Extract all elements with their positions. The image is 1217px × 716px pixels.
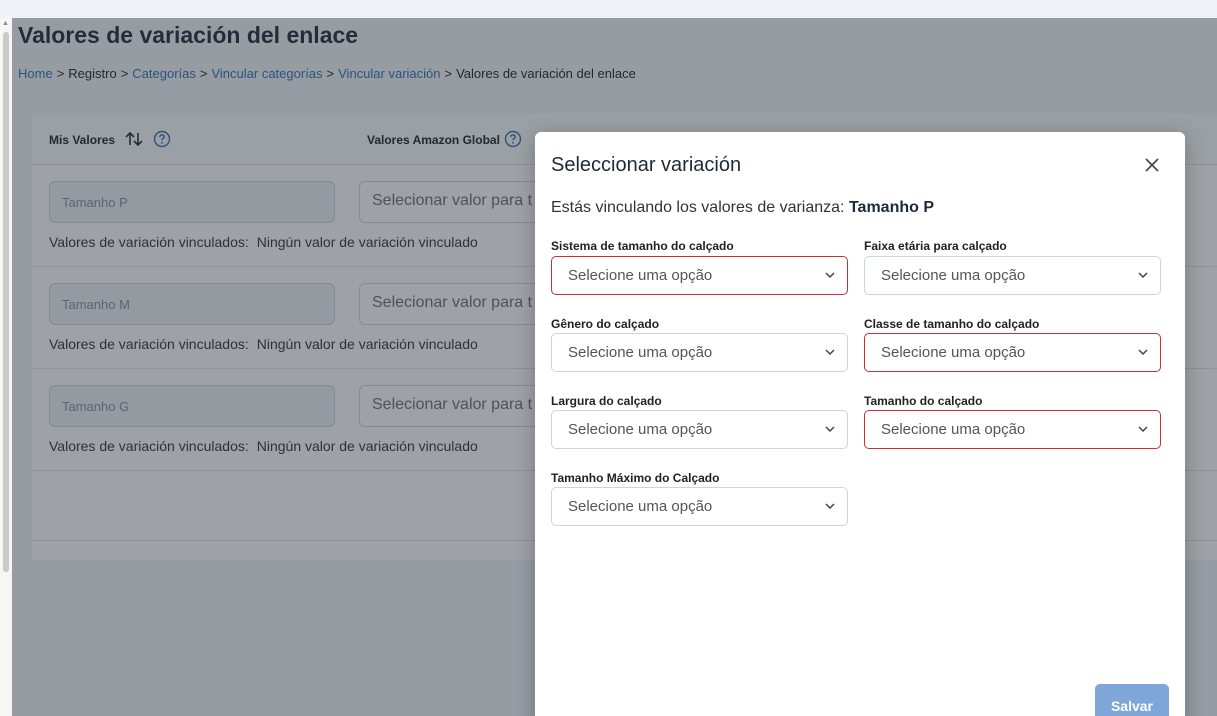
- modal-subtitle: Estás vinculando los valores de varianza…: [551, 199, 934, 217]
- field-label-size-system: Sistema de tamanho do calçado: [551, 239, 734, 253]
- modal-title: Seleccionar variación: [551, 154, 742, 176]
- scroll-up-arrow-icon[interactable]: ▲: [2, 20, 9, 27]
- age-range-select[interactable]: Selecione uma opção: [864, 256, 1161, 295]
- width-select[interactable]: Selecione uma opção: [551, 410, 848, 449]
- browser-top-strip: [0, 0, 1217, 18]
- select-value: Selecione uma opção: [568, 344, 713, 361]
- field-label-age-range: Faixa etária para calçado: [864, 239, 1007, 253]
- chevron-down-icon: [825, 426, 835, 433]
- select-value: Selecione uma opção: [568, 498, 713, 515]
- close-icon[interactable]: [1143, 156, 1161, 174]
- field-label-gender: Gênero do calçado: [551, 317, 660, 331]
- select-value: Selecione uma opção: [881, 421, 1026, 438]
- size-select[interactable]: Selecione uma opção: [864, 410, 1161, 449]
- max-size-select[interactable]: Selecione uma opção: [551, 487, 848, 526]
- save-button[interactable]: Salvar: [1095, 684, 1169, 716]
- field-label-size-class: Classe de tamanho do calçado: [864, 317, 1040, 331]
- chevron-down-icon: [825, 272, 835, 279]
- size-system-select[interactable]: Selecione uma opção: [551, 256, 848, 295]
- chevron-down-icon: [825, 349, 835, 356]
- chevron-down-icon: [825, 503, 835, 510]
- select-value: Selecione uma opção: [568, 267, 713, 284]
- scrollbar[interactable]: ▲: [0, 18, 12, 716]
- field-label-max-size: Tamanho Máximo do Calçado: [551, 471, 720, 485]
- chevron-down-icon: [1138, 426, 1148, 433]
- field-label-width: Largura do calçado: [551, 394, 662, 408]
- select-value: Selecione uma opção: [881, 344, 1026, 361]
- chevron-down-icon: [1138, 349, 1148, 356]
- field-label-size: Tamanho do calçado: [864, 394, 983, 408]
- select-value: Selecione uma opção: [568, 421, 713, 438]
- select-value: Selecione uma opção: [881, 267, 1026, 284]
- chevron-down-icon: [1138, 272, 1148, 279]
- select-variation-modal: Seleccionar variación Estás vinculando l…: [535, 132, 1185, 716]
- scrollbar-thumb[interactable]: [3, 32, 9, 572]
- gender-select[interactable]: Selecione uma opção: [551, 333, 848, 372]
- size-class-select[interactable]: Selecione uma opção: [864, 333, 1161, 372]
- modal-subtitle-value: Tamanho P: [848, 199, 934, 216]
- modal-subtitle-prefix: Estás vinculando los valores de varianza…: [551, 199, 845, 216]
